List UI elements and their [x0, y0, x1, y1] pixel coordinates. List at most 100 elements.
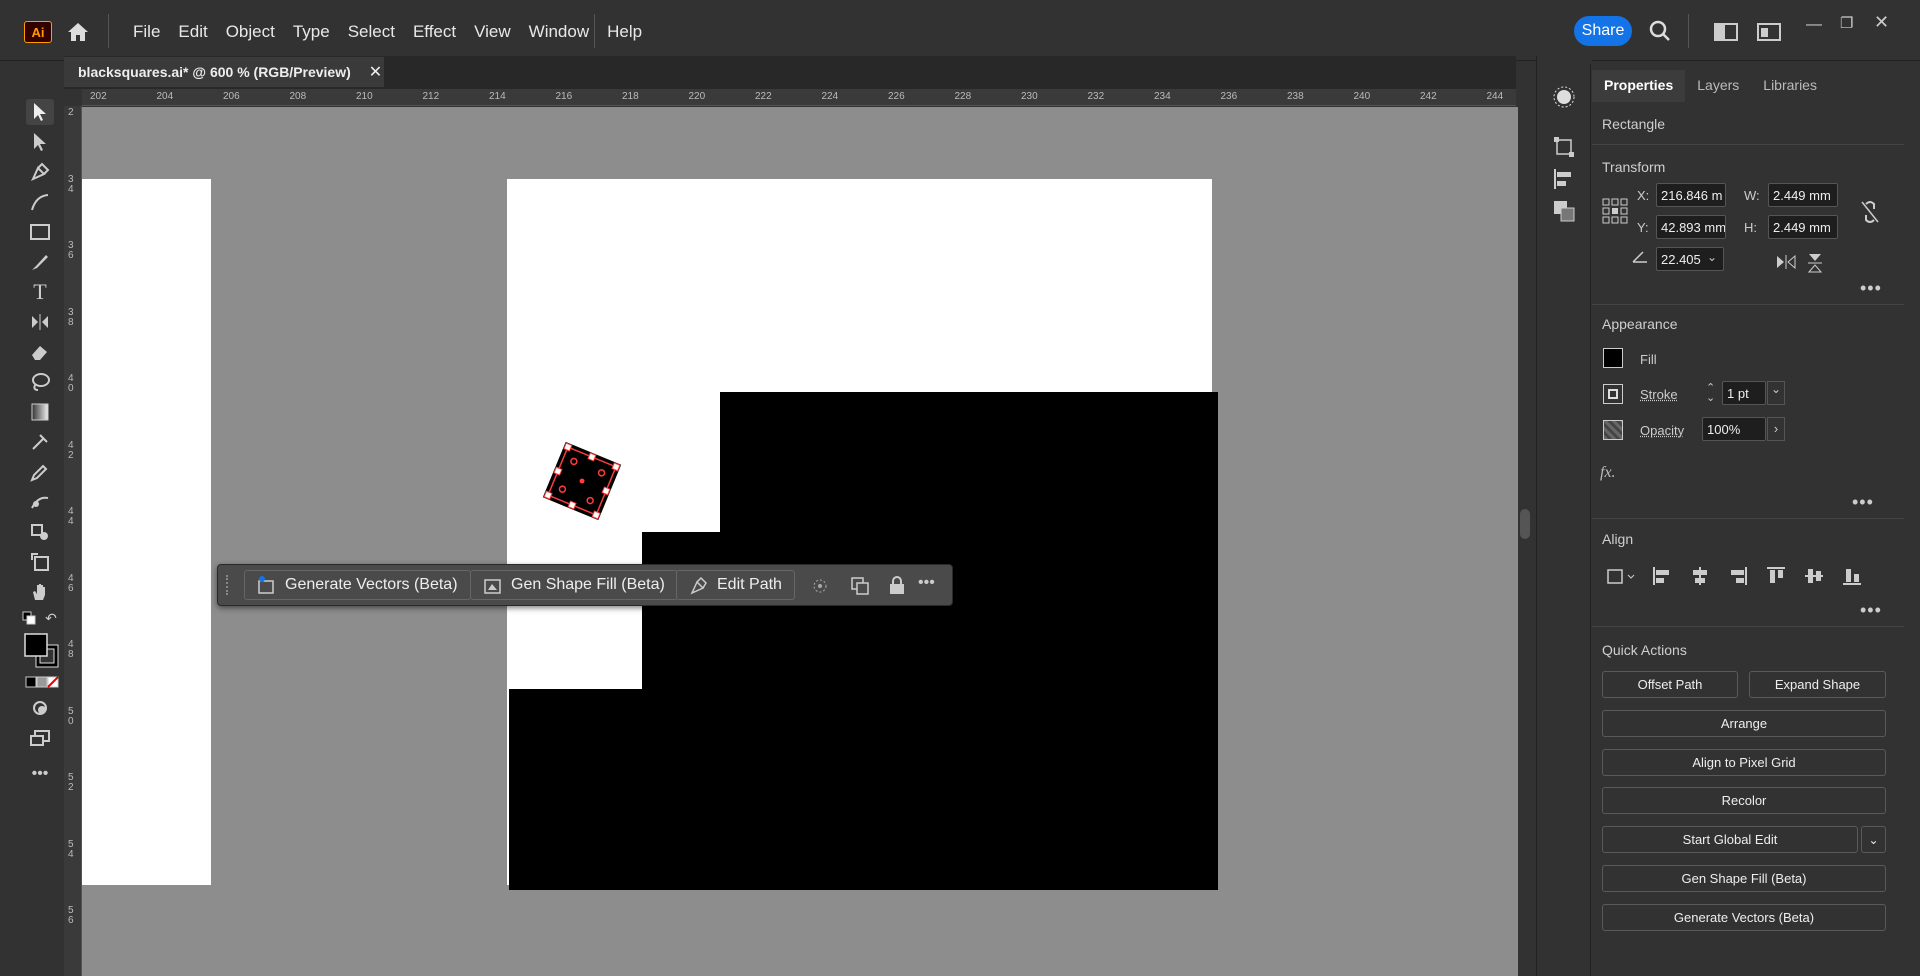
gradient-tool-icon[interactable]	[26, 399, 54, 425]
workspace-layout-icon[interactable]	[1714, 23, 1738, 41]
global-edit-dropdown-icon[interactable]: ⌄	[1861, 826, 1886, 853]
canvas[interactable]	[82, 107, 1518, 976]
direct-selection-tool-icon[interactable]	[26, 129, 54, 155]
mesh-tool-icon[interactable]	[26, 429, 54, 455]
align-vertical-center-icon[interactable]	[1804, 566, 1824, 586]
menu-effect[interactable]: Effect	[404, 18, 465, 46]
constrain-proportions-icon[interactable]	[1860, 200, 1880, 224]
fill-swatch[interactable]	[1603, 348, 1623, 368]
more-options-icon[interactable]: •••	[918, 574, 935, 592]
opacity-input[interactable]: 100%	[1702, 417, 1766, 441]
align-left-icon[interactable]	[1652, 566, 1672, 586]
stroke-dropdown-icon[interactable]: ⌄	[1767, 381, 1785, 405]
maximize-icon[interactable]: ❐	[1840, 14, 1853, 32]
stroke-label[interactable]: Stroke	[1640, 387, 1678, 402]
flip-horizontal-icon[interactable]	[1776, 255, 1796, 269]
minimize-icon[interactable]: —	[1806, 16, 1822, 34]
align-more-icon[interactable]: •••	[1860, 600, 1882, 621]
appearance-more-icon[interactable]: •••	[1852, 492, 1874, 513]
draw-mode-icon[interactable]	[26, 695, 54, 721]
menu-window[interactable]: Window	[520, 18, 598, 46]
lasso-tool-icon[interactable]	[26, 369, 54, 395]
expand-shape-button[interactable]: Expand Shape	[1749, 671, 1886, 698]
curvature-tool-icon[interactable]	[26, 189, 54, 215]
fx-icon[interactable]: fx.	[1600, 464, 1616, 482]
menu-edit[interactable]: Edit	[169, 18, 216, 46]
pathfinder-panel-icon[interactable]	[1553, 200, 1575, 222]
align-top-icon[interactable]	[1766, 566, 1786, 586]
selected-rotated-rectangle[interactable]	[532, 427, 642, 537]
type-tool-icon[interactable]: T	[26, 279, 54, 305]
stroke-weight-input[interactable]: 1 pt	[1722, 381, 1766, 405]
opacity-label[interactable]: Opacity	[1640, 423, 1684, 438]
menu-object[interactable]: Object	[217, 18, 284, 46]
align-right-icon[interactable]	[1728, 566, 1748, 586]
arrange-documents-icon[interactable]	[1757, 23, 1781, 41]
default-colors-icon[interactable]	[20, 609, 38, 627]
tab-properties[interactable]: Properties	[1592, 70, 1686, 102]
align-panel-icon[interactable]	[1553, 168, 1575, 190]
share-button[interactable]: Share	[1574, 16, 1632, 46]
swap-colors-icon[interactable]: ↶	[42, 609, 60, 627]
lock-icon[interactable]	[888, 575, 906, 595]
symbol-sprayer-tool-icon[interactable]	[26, 519, 54, 545]
scroll-thumb[interactable]	[1520, 509, 1530, 539]
drag-handle-icon[interactable]	[226, 575, 230, 595]
width-input[interactable]: 2.449 mm	[1768, 183, 1838, 207]
rectangle-tool-icon[interactable]	[26, 219, 54, 245]
gen-shape-fill-button[interactable]: Gen Shape Fill (Beta)	[470, 570, 678, 600]
artboard-tool-icon[interactable]	[26, 549, 54, 575]
paintbrush-tool-icon[interactable]	[26, 249, 54, 275]
recolor-button[interactable]: Recolor	[1602, 787, 1886, 814]
pen-tool-icon[interactable]	[26, 159, 54, 185]
align-to-selection-icon[interactable]	[1606, 566, 1636, 586]
home-icon[interactable]	[62, 18, 94, 46]
path-points-icon[interactable]	[810, 576, 830, 596]
menu-view[interactable]: View	[465, 18, 520, 46]
align-pixel-grid-button[interactable]: Align to Pixel Grid	[1602, 749, 1886, 776]
search-icon[interactable]	[1649, 20, 1671, 42]
offset-path-button[interactable]: Offset Path	[1602, 671, 1738, 698]
generate-vectors-button[interactable]: Generate Vectors (Beta)	[1602, 904, 1886, 931]
color-panel-icon[interactable]	[1553, 86, 1575, 108]
fill-stroke-swatch-icon[interactable]	[22, 631, 62, 671]
menu-help[interactable]: Help	[598, 18, 651, 46]
eraser-tool-icon[interactable]	[26, 339, 54, 365]
arrange-button[interactable]: Arrange	[1602, 710, 1886, 737]
duplicate-icon[interactable]	[850, 576, 870, 596]
align-horizontal-center-icon[interactable]	[1690, 566, 1710, 586]
transform-more-icon[interactable]: •••	[1860, 278, 1882, 299]
x-input[interactable]: 216.846 m	[1656, 183, 1726, 207]
reflect-tool-icon[interactable]	[26, 309, 54, 335]
artboard-left[interactable]	[82, 179, 211, 885]
eyedropper-tool-icon[interactable]	[26, 459, 54, 485]
tab-layers[interactable]: Layers	[1685, 70, 1751, 102]
gen-shape-fill-button[interactable]: Gen Shape Fill (Beta)	[1602, 865, 1886, 892]
menu-select[interactable]: Select	[339, 18, 404, 46]
transform-panel-icon[interactable]	[1553, 136, 1575, 158]
start-global-edit-button[interactable]: Start Global Edit	[1602, 826, 1858, 853]
stroke-stepper-icon[interactable]: ⌃ ⌄	[1706, 383, 1715, 404]
vertical-scrollbar[interactable]	[1518, 89, 1532, 976]
align-bottom-icon[interactable]	[1842, 566, 1862, 586]
stroke-swatch[interactable]	[1603, 384, 1623, 404]
hand-tool-icon[interactable]	[26, 579, 54, 605]
color-mode-icons[interactable]	[22, 675, 62, 689]
chevron-down-icon[interactable]: ⌄	[1707, 250, 1717, 264]
close-tab-icon[interactable]: ✕	[369, 62, 382, 82]
close-window-icon[interactable]: ✕	[1874, 12, 1889, 33]
tab-libraries[interactable]: Libraries	[1751, 70, 1829, 102]
more-tools-icon[interactable]: •••	[26, 761, 54, 787]
menu-file[interactable]: File	[124, 18, 169, 46]
black-square-large[interactable]	[720, 392, 1218, 890]
opacity-chevron-icon[interactable]: ›	[1767, 417, 1785, 441]
document-tab[interactable]: blacksquares.ai* @ 600 % (RGB/Preview) ✕	[64, 57, 384, 87]
screen-mode-icon[interactable]	[26, 725, 54, 751]
selection-tool-icon[interactable]	[26, 99, 54, 125]
y-input[interactable]: 42.893 mm	[1656, 215, 1726, 239]
black-square-bottom-left[interactable]	[509, 689, 649, 890]
height-input[interactable]: 2.449 mm	[1768, 215, 1838, 239]
menu-type[interactable]: Type	[284, 18, 339, 46]
generate-vectors-button[interactable]: Generate Vectors (Beta)	[244, 570, 471, 600]
reference-point-icon[interactable]	[1602, 198, 1628, 224]
